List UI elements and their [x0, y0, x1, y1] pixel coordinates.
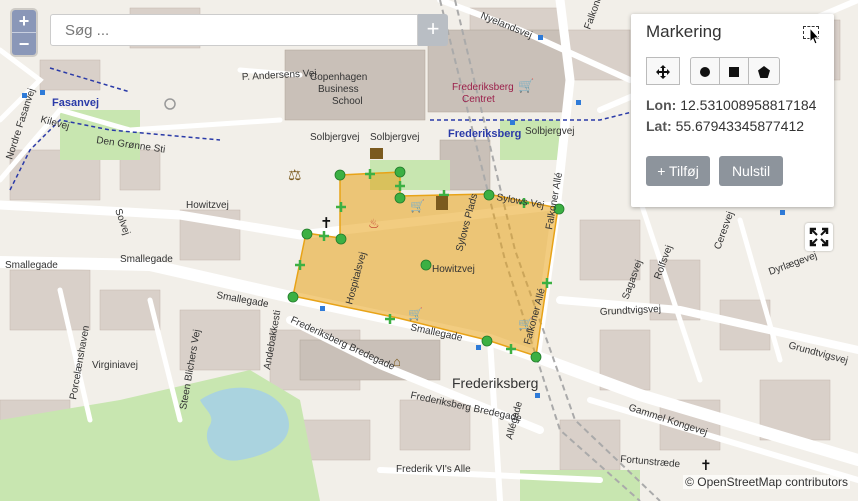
panel-title: Markering: [646, 22, 722, 41]
vertex-handle: [301, 228, 313, 240]
label-solbjergvej-2: Solbjergvej: [370, 132, 419, 143]
latitude-label: Lat:: [646, 118, 672, 134]
label-frederiksberg-centret-1: Frederiksberg: [452, 82, 514, 93]
longitude-value: 12.531008958817184: [680, 97, 817, 113]
label-frederiksberg-centret-2: Centret: [462, 94, 495, 105]
reset-selection-button[interactable]: Nulstil: [719, 156, 783, 186]
vertex-handle: [530, 351, 542, 363]
polygon-tool-button[interactable]: [748, 57, 780, 85]
vertex-handle: [483, 189, 495, 201]
latitude-row: Lat: 55.67943345877412: [646, 118, 804, 134]
latitude-value: 55.67943345877412: [675, 118, 805, 134]
label-howitzvej-2: Howitzvej: [432, 264, 475, 275]
search-input[interactable]: [51, 15, 417, 45]
fullscreen-button[interactable]: [805, 223, 833, 251]
zoom-control: + −: [12, 10, 36, 55]
circle-icon: [700, 67, 710, 78]
selection-panel: Markering Lon: 12.531008958817184 Lat: 5…: [631, 14, 834, 207]
move-tool-button[interactable]: [646, 57, 680, 85]
vertex-handle: [481, 335, 493, 347]
mouse-cursor-icon: [809, 27, 821, 45]
fullscreen-icon: [809, 227, 829, 247]
longitude-row: Lon: 12.531008958817184: [646, 97, 816, 113]
label-frederik-vis-alle: Frederik VI's Alle: [396, 464, 471, 475]
pentagon-icon: [758, 66, 770, 79]
label-cbs-1: Copenhagen: [310, 72, 367, 83]
add-selection-button[interactable]: + Tilføj: [646, 156, 710, 186]
label-frederiksberg-metro: Frederiksberg: [448, 128, 521, 140]
vertex-handle: [287, 291, 299, 303]
courthouse-icon: ⚖: [288, 167, 301, 184]
label-virginiavej: Virginiavej: [92, 360, 138, 371]
label-howitzvej-1: Howitzvej: [186, 200, 229, 211]
church-icon: ✝: [700, 457, 712, 473]
library-icon: [370, 148, 383, 159]
label-fasanvej: Fasanvej: [52, 97, 99, 109]
label-solbjergvej-3: Solbjergvej: [525, 126, 574, 137]
map-attribution[interactable]: © OpenStreetMap contributors: [683, 475, 850, 489]
label-solbjergvej-1: Solbjergvej: [310, 132, 359, 143]
search-box: [50, 14, 418, 46]
shop-icon: 🛒: [410, 199, 425, 213]
label-smallegade-2: Smallegade: [120, 254, 173, 265]
vertex-handle: [420, 259, 432, 271]
longitude-label: Lon:: [646, 97, 677, 113]
circle-tool-button[interactable]: [690, 57, 720, 85]
zoom-in-button[interactable]: +: [12, 10, 36, 32]
label-cbs-2: Business: [318, 84, 359, 95]
church-icon: ✝: [320, 215, 333, 232]
search-add-button[interactable]: +: [418, 14, 448, 46]
square-icon: [729, 67, 739, 78]
shop-icon: 🛒: [518, 78, 534, 93]
label-smallegade-1: Smallegade: [5, 260, 58, 271]
vertex-handle: [394, 166, 406, 178]
label-frederiksberg: Frederiksberg: [452, 375, 538, 391]
zoom-out-button[interactable]: −: [12, 32, 36, 55]
church-marker-icon: [436, 196, 448, 210]
fire-station-icon: ♨: [368, 216, 380, 231]
vertex-handle: [394, 192, 406, 204]
label-cbs-3: School: [332, 96, 363, 107]
vertex-handle: [334, 169, 346, 181]
square-tool-button[interactable]: [719, 57, 749, 85]
shop-icon: 🛒: [408, 307, 423, 321]
move-icon: [656, 65, 670, 80]
vertex-handle: [335, 233, 347, 245]
